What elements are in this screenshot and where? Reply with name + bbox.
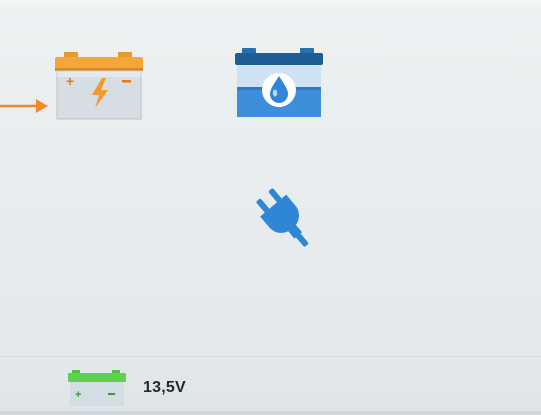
display-top-strip xyxy=(0,0,541,10)
menu-item-battery-charge[interactable]: + xyxy=(52,50,146,122)
arrow-right-icon xyxy=(0,99,48,113)
voltage-readout: 13,5V xyxy=(143,379,186,396)
menu-item-battery-water[interactable] xyxy=(232,46,326,122)
battery-water-drop-icon xyxy=(235,48,323,117)
battery-status-icon: + xyxy=(68,370,126,406)
battery-charge-icon: + xyxy=(55,52,143,120)
menu-item-power-supply[interactable] xyxy=(244,188,324,252)
power-plug-icon xyxy=(256,188,309,247)
display-bottom-edge xyxy=(0,411,541,415)
svg-text:+: + xyxy=(75,389,81,401)
status-bar: + 13,5V xyxy=(0,356,541,415)
charger-display: + + 13,5V xyxy=(0,0,541,415)
